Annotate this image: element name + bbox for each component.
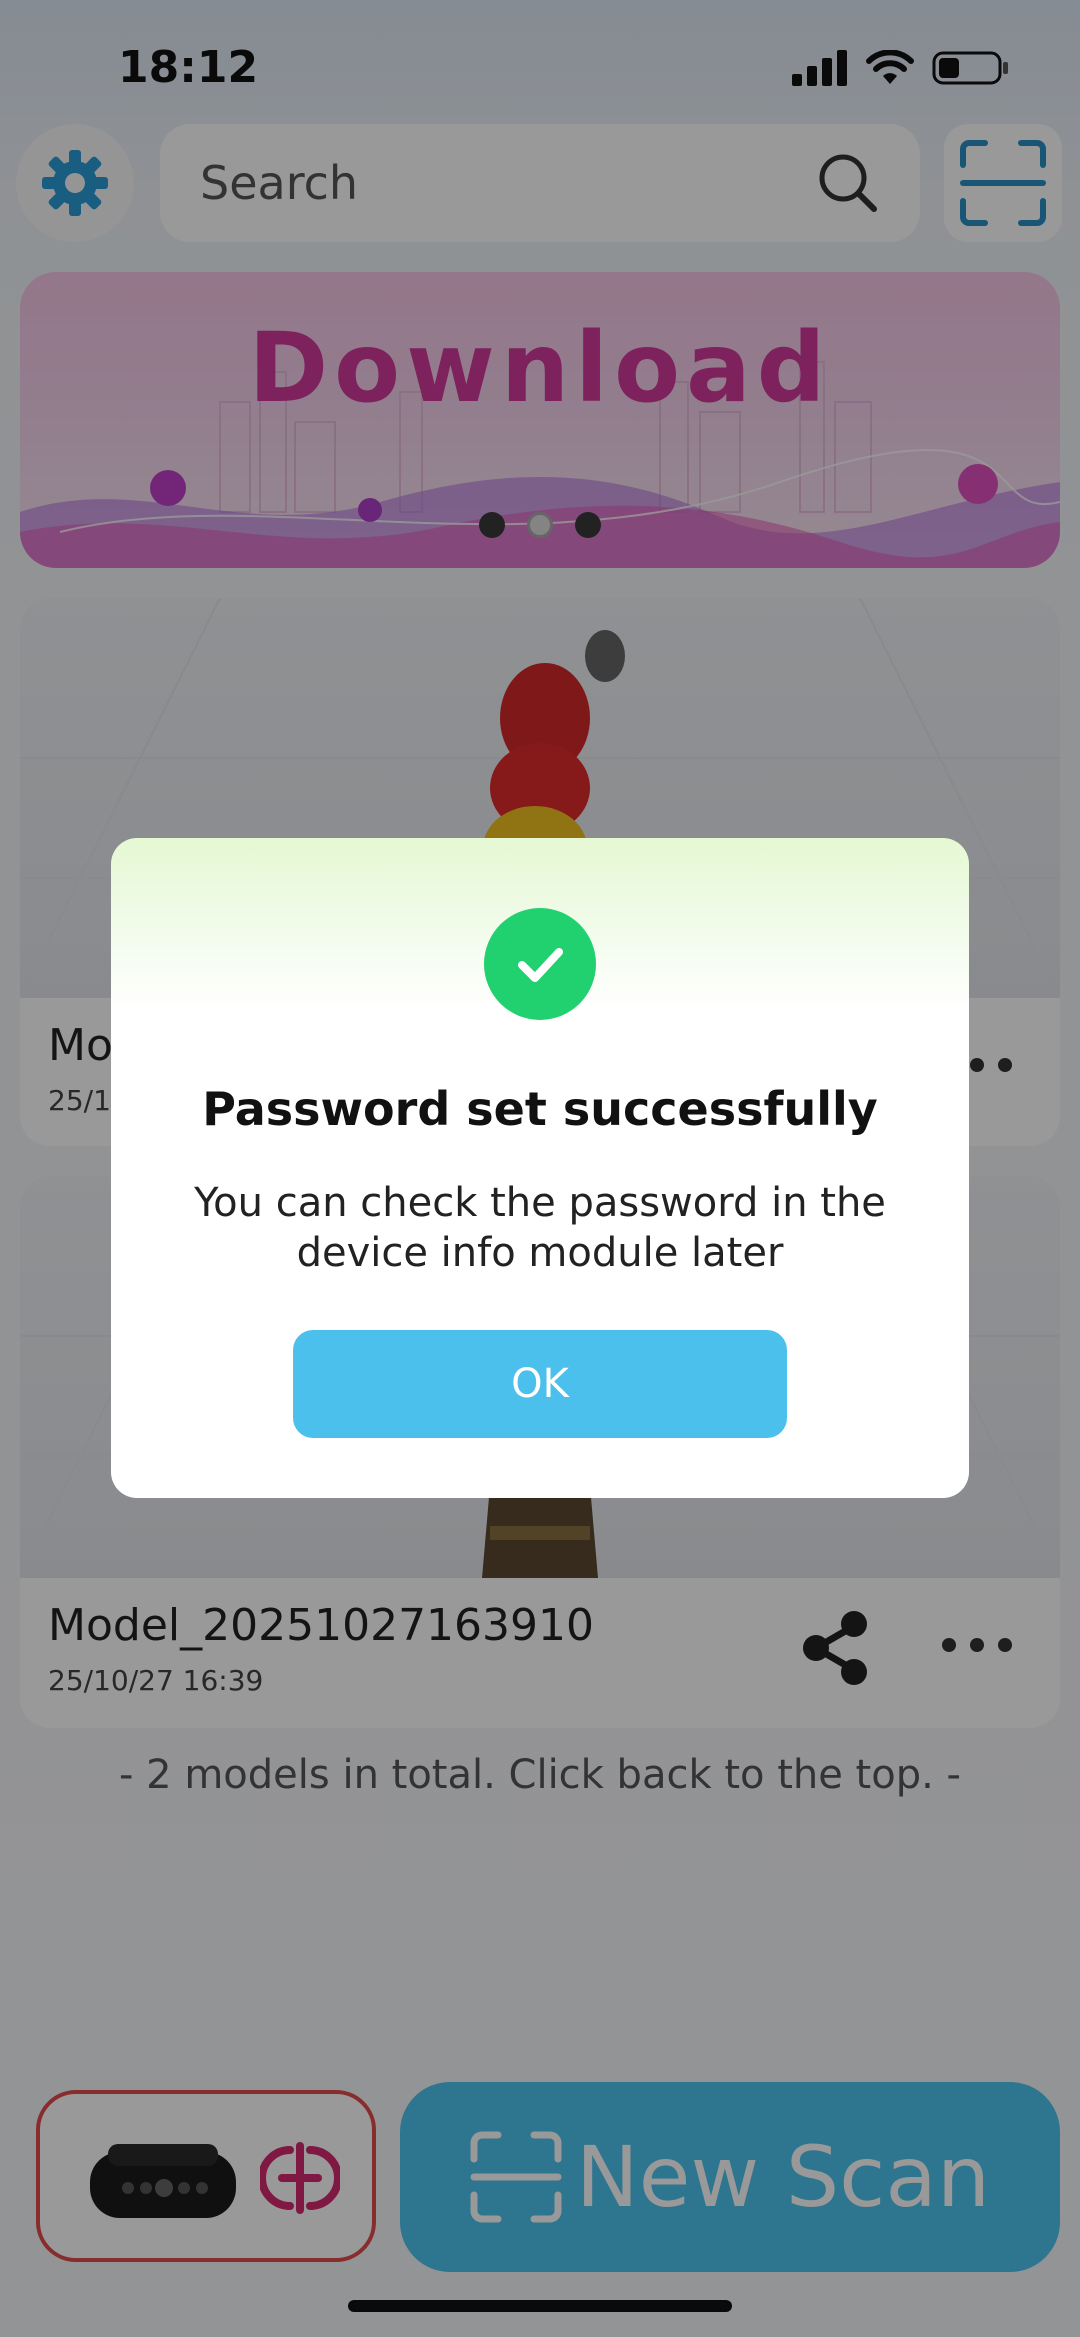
- app-screen: 18:12 Search Download Mo 25/1 Model_2025…: [0, 0, 1080, 2337]
- ok-button[interactable]: OK: [293, 1330, 787, 1438]
- dialog-message: You can check the password in the device…: [194, 1180, 886, 1276]
- checkmark-icon: [518, 948, 563, 982]
- success-check-badge: [484, 908, 596, 1020]
- success-dialog: Password set successfully You can check …: [111, 838, 969, 1498]
- dialog-title: Password set successfully: [202, 1082, 878, 1136]
